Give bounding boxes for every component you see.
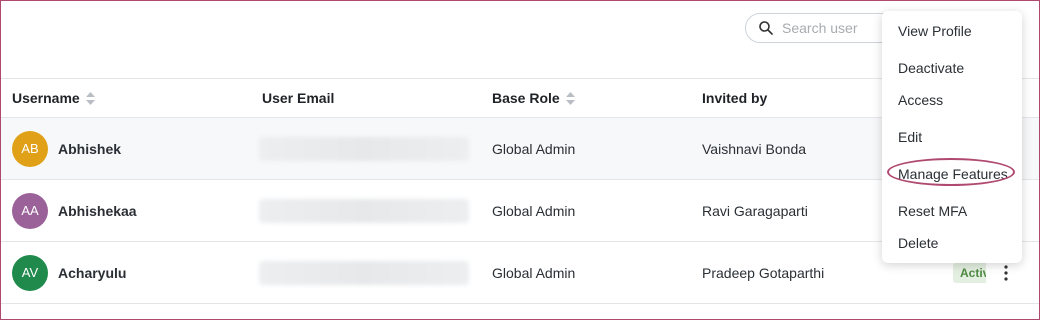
username-cell: AA Abhishekaa <box>12 180 137 241</box>
base-role: Global Admin <box>492 202 576 219</box>
avatar: AV <box>12 254 48 291</box>
email-redacted <box>259 260 469 285</box>
username[interactable]: Acharyulu <box>58 265 126 281</box>
sort-icon[interactable] <box>565 91 575 105</box>
menu-item-edit[interactable]: Edit <box>898 129 922 145</box>
avatar: AB <box>12 130 48 167</box>
menu-item-manage-features[interactable]: Manage Features <box>898 166 1008 182</box>
column-base-role-label: Base Role <box>492 90 560 106</box>
menu-item-delete[interactable]: Delete <box>898 235 938 251</box>
menu-item-deactivate[interactable]: Deactivate <box>898 60 964 76</box>
column-invited-by: Invited by <box>702 79 767 117</box>
email-cell <box>259 242 469 303</box>
email-cell <box>259 180 469 241</box>
app-frame: Username User Email Base Role Invited by… <box>0 0 1040 320</box>
menu-item-access[interactable]: Access <box>898 92 943 108</box>
search-icon <box>759 21 773 35</box>
column-invited-by-label: Invited by <box>702 90 768 106</box>
more-vertical-icon <box>1004 264 1008 281</box>
column-username-label: Username <box>12 90 80 106</box>
username[interactable]: Abhishek <box>58 141 121 157</box>
email-redacted <box>259 136 469 161</box>
avatar: AA <box>12 192 48 229</box>
row-actions-menu: View Profile Deactivate Access Edit Mana… <box>882 11 1022 263</box>
column-email-label: User Email <box>262 90 335 106</box>
invited-by: Ravi Garagaparti <box>702 202 808 219</box>
email-cell <box>259 118 469 179</box>
username[interactable]: Abhishekaa <box>58 203 137 219</box>
username-cell: AB Abhishek <box>12 118 121 179</box>
base-role: Global Admin <box>492 140 576 157</box>
column-username[interactable]: Username <box>12 79 95 117</box>
sort-icon[interactable] <box>85 91 95 105</box>
base-role: Global Admin <box>492 264 576 281</box>
invited-by: Vaishnavi Bonda <box>702 140 807 157</box>
invited-by: Pradeep Gotaparthi <box>702 264 825 281</box>
username-cell: AV Acharyulu <box>12 242 126 303</box>
menu-item-view-profile[interactable]: View Profile <box>898 23 972 39</box>
column-base-role[interactable]: Base Role <box>492 79 575 117</box>
email-redacted <box>259 198 469 223</box>
menu-item-reset-mfa[interactable]: Reset MFA <box>898 203 967 219</box>
column-email: User Email <box>262 79 334 117</box>
